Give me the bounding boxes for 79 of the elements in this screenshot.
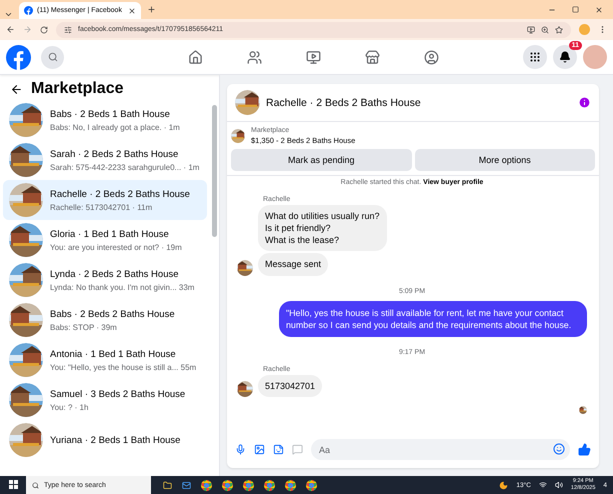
- conversation-item[interactable]: Rachelle · 2 Beds 2 Baths House Rachelle: 5173042701 · 11m: [3, 180, 207, 220]
- conversation-item[interactable]: Samuel · 3 Beds 2 Baths House You: ? · 1h: [3, 380, 207, 420]
- search-button[interactable]: [41, 46, 64, 68]
- zoom-icon[interactable]: [541, 26, 549, 34]
- sidebar-title: Marketplace: [31, 80, 124, 98]
- photo-icon[interactable]: [254, 444, 265, 455]
- mail-icon[interactable]: [182, 480, 191, 490]
- conversation-item[interactable]: Babs · 2 Beds 2 Baths House Babs: STOP · 39m: [3, 300, 207, 340]
- message-field[interactable]: Aa: [311, 439, 570, 460]
- conversation-preview: You: are you interested or not? · 19m: [50, 242, 182, 252]
- chrome-icon[interactable]: [243, 480, 254, 490]
- back-icon[interactable]: [6, 25, 15, 34]
- bell-icon: [559, 51, 571, 63]
- sticker-icon[interactable]: [273, 444, 284, 455]
- microphone-icon[interactable]: [235, 444, 246, 455]
- conversation-title: Gloria · 1 Bed 1 Bath House: [50, 228, 170, 240]
- menu-button[interactable]: [523, 45, 547, 69]
- chrome-icon[interactable]: [306, 480, 317, 490]
- install-icon[interactable]: [527, 26, 535, 34]
- chat-title: Rachelle · 2 Beds 2 Baths House: [266, 96, 422, 108]
- store-icon[interactable]: [365, 50, 380, 64]
- action-button[interactable]: Mark as pending: [231, 149, 412, 171]
- bookmark-icon[interactable]: [555, 26, 563, 34]
- emoji-icon[interactable]: [553, 443, 565, 455]
- close-icon[interactable]: [595, 6, 603, 14]
- home-icon[interactable]: [188, 50, 203, 64]
- chrome-icon[interactable]: [201, 480, 212, 490]
- friends-icon[interactable]: [247, 50, 262, 64]
- facebook-icon: [24, 6, 33, 15]
- conversation-preview: You: "Hello, yes the house is still a... 55m: [50, 362, 196, 372]
- conversation-title: Babs · 2 Beds 1 Bath House: [50, 108, 171, 120]
- search-icon: [32, 482, 39, 488]
- conversation-item[interactable]: Gloria · 1 Bed 1 Bath House You: are you interested or not? · 19m: [3, 220, 207, 260]
- new-tab-icon[interactable]: [147, 4, 156, 14]
- back-icon[interactable]: [10, 82, 23, 96]
- conversation-preview: You: ? · 1h: [50, 402, 90, 412]
- notifications-button[interactable]: [553, 45, 577, 69]
- received-message: 5173042701: [258, 374, 322, 397]
- reload-icon[interactable]: [40, 26, 48, 34]
- conversation-title: Antonia · 1 Bed 1 Bath House: [50, 348, 177, 360]
- conversation-item[interactable]: Sarah · 2 Beds 2 Baths House Sarah: 575-442-2233 sarahgurule0... · 1m: [3, 140, 207, 180]
- action-button[interactable]: More options: [414, 149, 595, 171]
- conversation-title: Sarah · 2 Beds 2 Baths House: [50, 148, 180, 160]
- scrollbar-thumb[interactable]: [212, 105, 217, 237]
- weather-icon: [499, 480, 508, 490]
- like-icon[interactable]: [578, 443, 591, 456]
- folder-icon[interactable]: [163, 480, 172, 490]
- tab-list-icon[interactable]: [4, 10, 13, 19]
- conversation-preview: Lynda: No thank you. I'm not givin... 33m: [50, 282, 194, 292]
- groups-icon[interactable]: [424, 50, 439, 64]
- conversation-preview: Rachelle: 5173042701 · 11m: [50, 202, 154, 212]
- video-icon[interactable]: [306, 50, 321, 64]
- info-icon[interactable]: [578, 96, 591, 109]
- network-icon[interactable]: [538, 481, 547, 489]
- site-info-icon: [64, 26, 72, 34]
- conversation-preview: Babs: No, I already got a place. · 1m: [50, 122, 180, 132]
- conversation-title: Yuriana · 2 Beds 1 Bath House: [50, 434, 180, 446]
- conversation-title: Rachelle · 2 Beds 2 Baths House: [50, 188, 190, 200]
- conversation-item[interactable]: Antonia · 1 Bed 1 Bath House You: "Hello, yes the house is still a... 55m: [3, 340, 207, 380]
- volume-icon[interactable]: [554, 481, 563, 489]
- conversation-title: Babs · 2 Beds 2 Baths House: [50, 308, 175, 320]
- received-message: Message sent: [258, 253, 328, 276]
- conversation-preview: Sarah: 575-442-2233 sarahgurule0... · 1m: [50, 162, 200, 172]
- received-message: What do utilities usually run? Is it pet friendly? What is the lease?: [258, 205, 387, 252]
- conversation-title: Lynda · 2 Beds 2 Baths House: [50, 268, 180, 280]
- chrome-icon[interactable]: [264, 480, 275, 490]
- chrome-icon[interactable]: [222, 480, 233, 490]
- conversation-title: Samuel · 3 Beds 2 Baths House: [50, 388, 186, 400]
- grid-icon: [529, 51, 541, 63]
- facebook-logo[interactable]: [6, 44, 31, 70]
- conversation-item[interactable]: Lynda · 2 Beds 2 Baths House Lynda: No thank you. I'm not givin... 33m: [3, 260, 207, 300]
- sent-message: "Hello, yes the house is still available for rent, let me have your contact number so I can send you details and the requirements about the house.: [279, 300, 587, 337]
- search-icon: [48, 52, 58, 62]
- chrome-icon[interactable]: [285, 480, 296, 490]
- close-icon[interactable]: [128, 6, 136, 14]
- conversation-item[interactable]: Babs · 2 Beds 1 Bath House Babs: No, I already got a place. · 1m: [3, 100, 207, 140]
- conversation-preview: Babs: STOP · 39m: [50, 322, 118, 332]
- restore-icon[interactable]: [572, 6, 579, 13]
- conversation-item[interactable]: Yuriana · 2 Beds 1 Bath House: [3, 420, 207, 460]
